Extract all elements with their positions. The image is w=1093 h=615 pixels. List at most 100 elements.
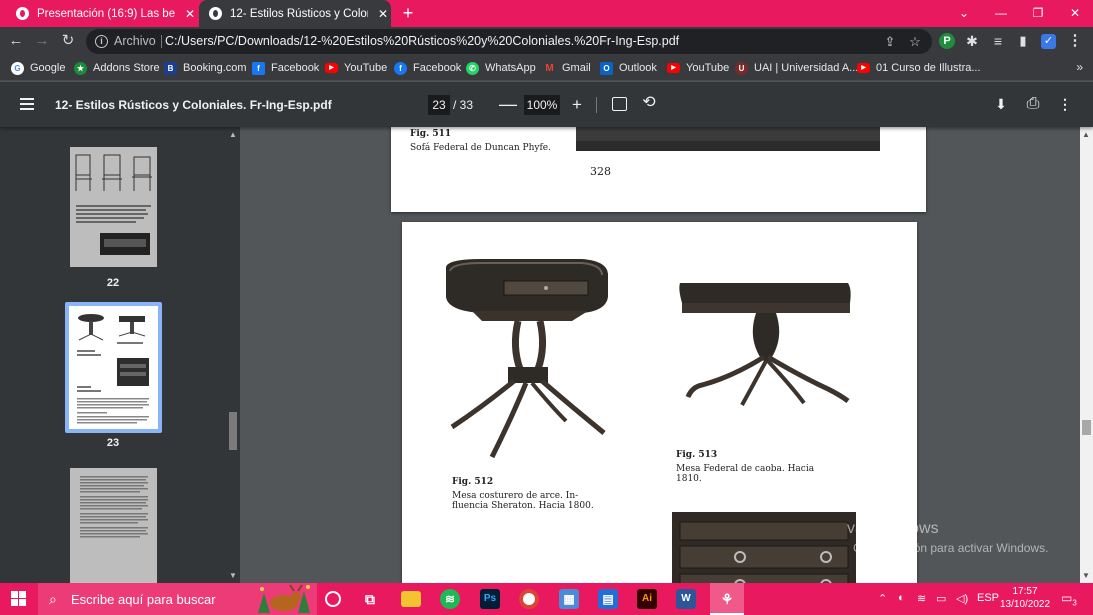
pdf-viewport: Fig. 511 Sofá Federal de Duncan Phyfe. 3… xyxy=(240,127,1093,583)
bookmark-label: WhatsApp xyxy=(485,62,536,74)
bookmark-whatsapp[interactable]: ✆ WhatsApp xyxy=(466,60,536,76)
shield-extension-icon[interactable]: ✓ xyxy=(1041,34,1056,49)
federal-table-photo xyxy=(679,283,851,406)
more-actions-icon[interactable]: ⋮ xyxy=(1056,95,1074,113)
file-explorer-icon[interactable] xyxy=(401,591,421,607)
minimize-button[interactable]: — xyxy=(982,0,1020,27)
bookmark-booking[interactable]: B Booking.com xyxy=(164,60,247,76)
word-icon[interactable]: W xyxy=(676,589,696,609)
spotify-icon[interactable]: ≋ xyxy=(440,589,460,609)
youtube-icon: ▶ xyxy=(667,63,680,73)
figure-caption: 1810. xyxy=(676,474,702,484)
bookmark-addons-store[interactable]: ★ Addons Store xyxy=(74,60,160,76)
whatsapp-icon: ✆ xyxy=(466,61,479,75)
chrome-favicon-icon xyxy=(16,7,29,20)
figure-label: Fig. 512 xyxy=(452,477,494,487)
bookmark-curso-illustrator[interactable]: ▶ 01 Curso de Illustra... xyxy=(857,60,981,76)
bookmark-google[interactable]: G Google xyxy=(11,60,65,76)
bookmark-gmail[interactable]: M Gmail xyxy=(543,60,590,76)
menu-icon[interactable] xyxy=(20,98,34,110)
scroll-up-icon[interactable]: ▲ xyxy=(229,130,237,139)
zoom-out-button[interactable]: — xyxy=(499,95,517,115)
bookmark-youtube-2[interactable]: ▶ YouTube xyxy=(667,60,729,76)
thumbnail-number: 23 xyxy=(106,437,120,449)
new-tab-button[interactable]: + xyxy=(398,3,418,23)
page-number-input[interactable]: 23 xyxy=(428,95,450,115)
back-button[interactable]: ← xyxy=(6,31,26,51)
taskbar-search[interactable]: ⌕ Escribe aquí para buscar xyxy=(38,583,317,615)
more-bookmarks-icon[interactable]: » xyxy=(1076,60,1083,74)
forward-button[interactable]: → xyxy=(32,31,52,51)
cortana-icon[interactable] xyxy=(325,591,341,607)
chrome-favicon-icon xyxy=(209,7,222,20)
url-text[interactable]: C:/Users/PC/Downloads/12-%20Estilos%20Rú… xyxy=(165,34,679,48)
youtube-icon: ▶ xyxy=(325,63,338,73)
acrobat-icon[interactable]: ⚘ xyxy=(710,583,744,615)
scrollbar-thumb[interactable] xyxy=(229,412,237,450)
chrome-icon[interactable] xyxy=(519,589,539,609)
notifications-icon[interactable]: ▭3 xyxy=(1061,591,1077,607)
info-icon[interactable]: i xyxy=(95,35,108,48)
battery-icon[interactable]: ▭ xyxy=(936,592,946,605)
print-icon[interactable]: ⎙ xyxy=(1024,95,1042,113)
extension-p-icon[interactable]: P xyxy=(939,33,955,49)
share-icon[interactable]: ⇪ xyxy=(881,33,899,51)
bookmark-outlook[interactable]: O Outlook xyxy=(600,60,657,76)
gmail-icon: M xyxy=(545,62,554,74)
taskbar-clock[interactable]: 17:57 13/10/2022 xyxy=(1000,585,1050,611)
windows-start-icon[interactable] xyxy=(11,591,27,607)
extensions-icon[interactable]: ✱ xyxy=(963,32,981,50)
tab-pdf[interactable]: 12- Estilos Rústicos y Coloniales. ✕ xyxy=(199,0,391,27)
bookmark-uai[interactable]: U UAI | Universidad A... xyxy=(735,60,858,76)
illustrator-icon[interactable]: Ai xyxy=(637,589,657,609)
thumbnail-preview xyxy=(80,476,148,538)
tab-close-icon[interactable]: ✕ xyxy=(376,7,390,21)
scroll-down-icon[interactable]: ▼ xyxy=(1082,571,1090,580)
restore-button[interactable]: ❐ xyxy=(1019,0,1057,27)
reading-list-icon[interactable]: ≡ xyxy=(989,32,1007,50)
activation-watermark: var Windows xyxy=(847,520,939,537)
tray-app-icon[interactable]: ◐ xyxy=(898,592,905,604)
scroll-up-icon[interactable]: ▲ xyxy=(1082,130,1090,139)
search-highlight-image xyxy=(250,583,316,615)
wifi-icon[interactable]: ≋ xyxy=(917,592,926,605)
bookmark-youtube[interactable]: ▶ YouTube xyxy=(325,60,387,76)
fit-to-page-icon[interactable] xyxy=(612,97,627,111)
sidebar-scrollbar[interactable]: ▲ ▼ xyxy=(227,127,240,583)
thumbnail-page-23[interactable] xyxy=(65,302,162,433)
tab-presentacion[interactable]: Presentación (16:9) Las bellas art ✕ xyxy=(0,0,198,27)
tab-close-icon[interactable]: ✕ xyxy=(183,7,197,21)
bookmark-star-icon[interactable]: ☆ xyxy=(906,33,924,51)
thumbnail-page-24[interactable] xyxy=(70,468,157,583)
tab-title: 12- Estilos Rústicos y Coloniales. xyxy=(230,7,368,20)
viewport-scrollbar[interactable]: ▲ ▼ xyxy=(1080,127,1093,583)
zoom-in-button[interactable]: + xyxy=(569,95,585,115)
rotate-icon[interactable]: ⟲ xyxy=(640,94,658,112)
tray-expand-icon[interactable]: ⌃ xyxy=(878,592,887,605)
windows-taskbar: ⌕ Escribe aquí para buscar ⧉ ≋ Ps ▦ ▤ Ai… xyxy=(0,583,1093,615)
task-view-icon[interactable]: ⧉ xyxy=(360,589,380,609)
download-icon[interactable]: ⬇ xyxy=(992,95,1010,113)
reload-button[interactable]: ↻ xyxy=(58,31,78,51)
photoshop-icon[interactable]: Ps xyxy=(480,589,500,609)
divider xyxy=(596,97,597,113)
calculator-icon[interactable]: ▦ xyxy=(559,589,579,609)
bookmark-facebook-2[interactable]: f Facebook xyxy=(394,60,461,76)
tab-search-icon[interactable]: ⌄ xyxy=(945,0,983,27)
scrollbar-thumb[interactable] xyxy=(1082,420,1091,435)
address-bar[interactable]: i Archivo C:/Users/PC/Downloads/12-%20Es… xyxy=(86,29,932,54)
activation-watermark-subtitle: Configuración para activar Windows. xyxy=(853,541,1049,555)
chrome-menu-icon[interactable]: ⋮ xyxy=(1066,32,1084,50)
pdf-page-22: Fig. 511 Sofá Federal de Duncan Phyfe. 3… xyxy=(391,127,926,212)
bookmark-label: Google xyxy=(30,62,66,74)
language-indicator[interactable]: ESP xyxy=(977,592,999,604)
zoom-input[interactable]: 100% xyxy=(524,95,560,115)
volume-icon[interactable]: ◁) xyxy=(956,592,968,605)
thumbnail-preview xyxy=(70,147,157,267)
close-window-button[interactable]: ✕ xyxy=(1056,0,1093,27)
calendar-icon[interactable]: ▤ xyxy=(598,589,618,609)
scroll-down-icon[interactable]: ▼ xyxy=(229,571,237,580)
thumbnail-page-22[interactable] xyxy=(70,147,157,267)
side-panel-icon[interactable]: ▮ xyxy=(1014,32,1032,50)
bookmark-facebook[interactable]: f Facebook xyxy=(252,60,319,76)
